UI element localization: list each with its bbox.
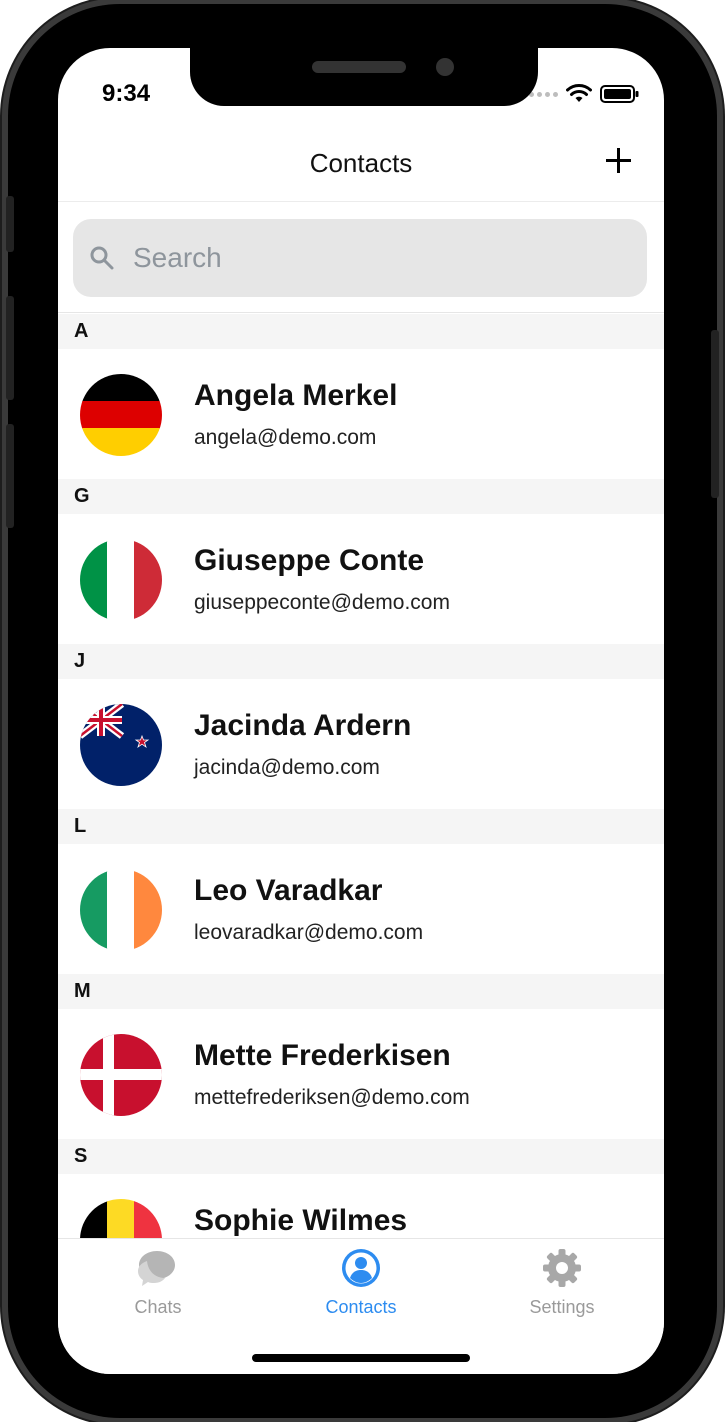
page-title: Contacts — [309, 148, 413, 178]
tab-label: Settings — [529, 1297, 595, 1317]
contact-email: leovaradkar@demo.com — [194, 921, 424, 944]
section-header-g: G — [58, 479, 664, 514]
wifi-icon — [566, 84, 592, 102]
contact-name: Angela Merkel — [194, 379, 398, 412]
front-camera — [436, 58, 454, 76]
search-bar[interactable] — [73, 219, 647, 297]
avatar — [80, 704, 162, 786]
contact-email: angela@demo.com — [194, 426, 377, 449]
contact-row[interactable]: Jacinda Ardern jacinda@demo.com — [58, 679, 664, 809]
avatar — [80, 1199, 162, 1238]
avatar — [80, 539, 162, 621]
volume-down-button — [6, 424, 14, 528]
gear-icon — [543, 1249, 581, 1287]
search-icon — [90, 246, 114, 270]
search-container — [58, 203, 664, 313]
navigation-bar: Contacts — [58, 132, 664, 202]
notch — [190, 48, 538, 106]
contact-name: Sophie Wilmes — [194, 1204, 408, 1237]
tab-contacts[interactable]: Contacts — [261, 1247, 461, 1318]
tab-chats[interactable]: Chats — [58, 1247, 258, 1318]
section-header-m: M — [58, 974, 664, 1009]
contact-name: Giuseppe Conte — [194, 544, 425, 577]
tab-settings[interactable]: Settings — [462, 1247, 662, 1318]
flag-new-zealand-icon — [80, 704, 162, 786]
signal-icon — [529, 91, 558, 97]
add-contact-button[interactable] — [604, 146, 634, 176]
contact-list[interactable]: A Angela Merkel angela@demo.com G Giusep… — [58, 314, 664, 1238]
screen: 9:34 Contacts Search A Angela Merkel ang… — [58, 48, 664, 1374]
flag-denmark-icon — [80, 1034, 162, 1116]
home-indicator[interactable] — [252, 1354, 470, 1362]
contact-row[interactable]: Leo Varadkar leovaradkar@demo.com — [58, 844, 664, 974]
flag-italy-icon — [80, 539, 162, 621]
section-header-l: L — [58, 809, 664, 844]
contact-email: jacinda@demo.com — [194, 756, 380, 779]
volume-up-button — [6, 296, 14, 400]
avatar — [80, 869, 162, 951]
contact-row[interactable]: Angela Merkel angela@demo.com — [58, 349, 664, 479]
status-icons — [529, 84, 640, 104]
battery-icon — [600, 85, 639, 103]
contact-name: Jacinda Ardern — [194, 709, 412, 742]
contact-row[interactable]: Giuseppe Conte giuseppeconte@demo.com — [58, 514, 664, 644]
person-icon — [342, 1249, 380, 1287]
chat-bubbles-icon — [138, 1251, 175, 1286]
tab-label: Chats — [134, 1297, 182, 1317]
contact-email: giuseppeconte@demo.com — [194, 591, 450, 614]
flag-belgium-icon — [80, 1199, 162, 1238]
section-header-j: J — [58, 644, 664, 679]
contact-row[interactable]: Mette Frederkisen mettefrederiksen@demo.… — [58, 1009, 664, 1139]
flag-germany-icon — [80, 374, 162, 456]
contact-email: mettefrederiksen@demo.com — [194, 1086, 470, 1109]
section-header-s: S — [58, 1139, 664, 1174]
search-input[interactable] — [133, 237, 623, 279]
speaker — [312, 61, 406, 73]
contact-name: Leo Varadkar — [194, 874, 383, 907]
section-header-a: A — [58, 314, 664, 349]
flag-ireland-icon — [80, 869, 162, 951]
avatar — [80, 1034, 162, 1116]
avatar — [80, 374, 162, 456]
tab-label: Contacts — [325, 1297, 397, 1317]
contact-row[interactable]: Sophie Wilmes — [58, 1174, 664, 1238]
mute-switch — [6, 196, 14, 252]
contact-name: Mette Frederkisen — [194, 1039, 451, 1072]
status-time: 9:34 — [102, 80, 151, 107]
power-button — [711, 330, 719, 498]
